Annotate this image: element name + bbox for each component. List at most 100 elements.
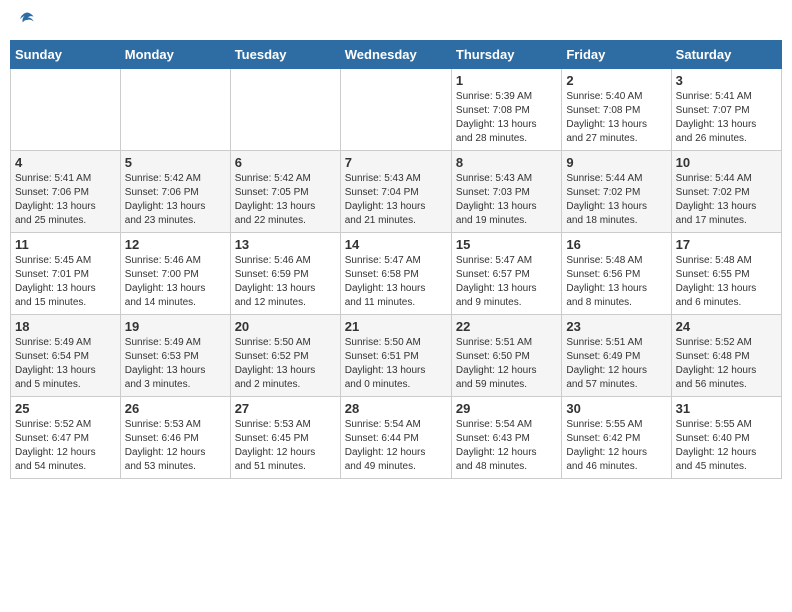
calendar-cell: 22 Sunrise: 5:51 AM Sunset: 6:50 PM Dayli… [451,315,561,397]
day-number: 25 [15,401,116,416]
calendar-cell: 12 Sunrise: 5:46 AM Sunset: 7:00 PM Dayli… [120,233,230,315]
calendar-cell: 13 Sunrise: 5:46 AM Sunset: 6:59 PM Dayli… [230,233,340,315]
day-info: Sunrise: 5:46 AM Sunset: 7:00 PM Dayligh… [125,254,226,310]
day-number: 2 [566,73,666,88]
calendar-cell: 15 Sunrise: 5:47 AM Sunset: 6:57 PM Dayli… [451,233,561,315]
day-info: Sunrise: 5:48 AM Sunset: 6:55 PM Dayligh… [676,254,777,310]
day-info: Sunrise: 5:51 AM Sunset: 6:50 PM Dayligh… [456,336,557,392]
day-number: 3 [676,73,777,88]
day-info: Sunrise: 5:46 AM Sunset: 6:59 PM Dayligh… [235,254,336,310]
day-number: 29 [456,401,557,416]
weekday-header-saturday: Saturday [671,41,781,69]
calendar-cell [340,69,451,151]
day-number: 31 [676,401,777,416]
day-info: Sunrise: 5:40 AM Sunset: 7:08 PM Dayligh… [566,90,666,146]
day-info: Sunrise: 5:47 AM Sunset: 6:57 PM Dayligh… [456,254,557,310]
day-info: Sunrise: 5:39 AM Sunset: 7:08 PM Dayligh… [456,90,557,146]
weekday-header-thursday: Thursday [451,41,561,69]
day-info: Sunrise: 5:50 AM Sunset: 6:52 PM Dayligh… [235,336,336,392]
day-number: 22 [456,319,557,334]
calendar-cell [11,69,121,151]
day-info: Sunrise: 5:54 AM Sunset: 6:43 PM Dayligh… [456,418,557,474]
day-info: Sunrise: 5:48 AM Sunset: 6:56 PM Dayligh… [566,254,666,310]
calendar-cell: 1 Sunrise: 5:39 AM Sunset: 7:08 PM Daylig… [451,69,561,151]
logo [15,10,37,30]
calendar-cell: 24Sunrise: 5:52 AM Sunset: 6:48 PM Dayli… [671,315,781,397]
day-number: 10 [676,155,777,170]
day-info: Sunrise: 5:51 AM Sunset: 6:49 PM Dayligh… [566,336,666,392]
day-info: Sunrise: 5:55 AM Sunset: 6:40 PM Dayligh… [676,418,777,474]
day-info: Sunrise: 5:55 AM Sunset: 6:42 PM Dayligh… [566,418,666,474]
calendar-cell: 10 Sunrise: 5:44 AM Sunset: 7:02 PM Dayli… [671,151,781,233]
calendar-cell: 19 Sunrise: 5:49 AM Sunset: 6:53 PM Dayli… [120,315,230,397]
calendar-week-row: 4Sunrise: 5:41 AM Sunset: 7:06 PM Daylig… [11,151,782,233]
calendar-cell: 20 Sunrise: 5:50 AM Sunset: 6:52 PM Dayli… [230,315,340,397]
day-info: Sunrise: 5:49 AM Sunset: 6:54 PM Dayligh… [15,336,116,392]
day-info: Sunrise: 5:42 AM Sunset: 7:06 PM Dayligh… [125,172,226,228]
day-number: 18 [15,319,116,334]
weekday-header-wednesday: Wednesday [340,41,451,69]
calendar-cell: 5Sunrise: 5:42 AM Sunset: 7:06 PM Daylig… [120,151,230,233]
day-number: 20 [235,319,336,334]
day-number: 28 [345,401,447,416]
calendar-week-row: 18 Sunrise: 5:49 AM Sunset: 6:54 PM Dayli… [11,315,782,397]
day-number: 16 [566,237,666,252]
day-info: Sunrise: 5:52 AM Sunset: 6:47 PM Dayligh… [15,418,116,474]
day-info: Sunrise: 5:42 AM Sunset: 7:05 PM Dayligh… [235,172,336,228]
day-info: Sunrise: 5:41 AM Sunset: 7:07 PM Dayligh… [676,90,777,146]
day-info: Sunrise: 5:45 AM Sunset: 7:01 PM Dayligh… [15,254,116,310]
day-number: 21 [345,319,447,334]
calendar-cell: 7Sunrise: 5:43 AM Sunset: 7:04 PM Daylig… [340,151,451,233]
weekday-header-sunday: Sunday [11,41,121,69]
day-info: Sunrise: 5:41 AM Sunset: 7:06 PM Dayligh… [15,172,116,228]
calendar-cell: 11 Sunrise: 5:45 AM Sunset: 7:01 PM Dayli… [11,233,121,315]
calendar-week-row: 25 Sunrise: 5:52 AM Sunset: 6:47 PM Dayli… [11,397,782,479]
day-number: 19 [125,319,226,334]
calendar-table: SundayMondayTuesdayWednesdayThursdayFrid… [10,40,782,479]
calendar-cell [230,69,340,151]
day-info: Sunrise: 5:50 AM Sunset: 6:51 PM Dayligh… [345,336,447,392]
calendar-cell: 4Sunrise: 5:41 AM Sunset: 7:06 PM Daylig… [11,151,121,233]
day-info: Sunrise: 5:44 AM Sunset: 7:02 PM Dayligh… [676,172,777,228]
day-number: 12 [125,237,226,252]
day-number: 11 [15,237,116,252]
page-header [10,10,782,30]
day-info: Sunrise: 5:43 AM Sunset: 7:04 PM Dayligh… [345,172,447,228]
calendar-cell: 2 Sunrise: 5:40 AM Sunset: 7:08 PM Daylig… [562,69,671,151]
calendar-cell: 21 Sunrise: 5:50 AM Sunset: 6:51 PM Dayli… [340,315,451,397]
day-info: Sunrise: 5:49 AM Sunset: 6:53 PM Dayligh… [125,336,226,392]
calendar-week-row: 1 Sunrise: 5:39 AM Sunset: 7:08 PM Daylig… [11,69,782,151]
calendar-cell: 25 Sunrise: 5:52 AM Sunset: 6:47 PM Dayli… [11,397,121,479]
calendar-week-row: 11 Sunrise: 5:45 AM Sunset: 7:01 PM Dayli… [11,233,782,315]
calendar-cell: 6Sunrise: 5:42 AM Sunset: 7:05 PM Daylig… [230,151,340,233]
calendar-cell: 29 Sunrise: 5:54 AM Sunset: 6:43 PM Dayli… [451,397,561,479]
day-info: Sunrise: 5:53 AM Sunset: 6:46 PM Dayligh… [125,418,226,474]
calendar-cell: 18 Sunrise: 5:49 AM Sunset: 6:54 PM Dayli… [11,315,121,397]
day-number: 1 [456,73,557,88]
calendar-cell: 26Sunrise: 5:53 AM Sunset: 6:46 PM Dayli… [120,397,230,479]
day-number: 15 [456,237,557,252]
calendar-cell: 3 Sunrise: 5:41 AM Sunset: 7:07 PM Daylig… [671,69,781,151]
calendar-cell: 9Sunrise: 5:44 AM Sunset: 7:02 PM Daylig… [562,151,671,233]
day-info: Sunrise: 5:54 AM Sunset: 6:44 PM Dayligh… [345,418,447,474]
calendar-cell: 8Sunrise: 5:43 AM Sunset: 7:03 PM Daylig… [451,151,561,233]
day-number: 17 [676,237,777,252]
day-number: 30 [566,401,666,416]
calendar-cell: 28 Sunrise: 5:54 AM Sunset: 6:44 PM Dayli… [340,397,451,479]
day-number: 27 [235,401,336,416]
calendar-header-row: SundayMondayTuesdayWednesdayThursdayFrid… [11,41,782,69]
day-number: 9 [566,155,666,170]
calendar-cell: 17 Sunrise: 5:48 AM Sunset: 6:55 PM Dayli… [671,233,781,315]
day-info: Sunrise: 5:47 AM Sunset: 6:58 PM Dayligh… [345,254,447,310]
calendar-cell: 31 Sunrise: 5:55 AM Sunset: 6:40 PM Dayli… [671,397,781,479]
weekday-header-monday: Monday [120,41,230,69]
logo-bird-icon [17,10,37,30]
weekday-header-tuesday: Tuesday [230,41,340,69]
calendar-cell: 23 Sunrise: 5:51 AM Sunset: 6:49 PM Dayli… [562,315,671,397]
day-number: 14 [345,237,447,252]
calendar-cell: 27 Sunrise: 5:53 AM Sunset: 6:45 PM Dayli… [230,397,340,479]
day-number: 23 [566,319,666,334]
day-info: Sunrise: 5:53 AM Sunset: 6:45 PM Dayligh… [235,418,336,474]
day-number: 13 [235,237,336,252]
calendar-cell: 16 Sunrise: 5:48 AM Sunset: 6:56 PM Dayli… [562,233,671,315]
